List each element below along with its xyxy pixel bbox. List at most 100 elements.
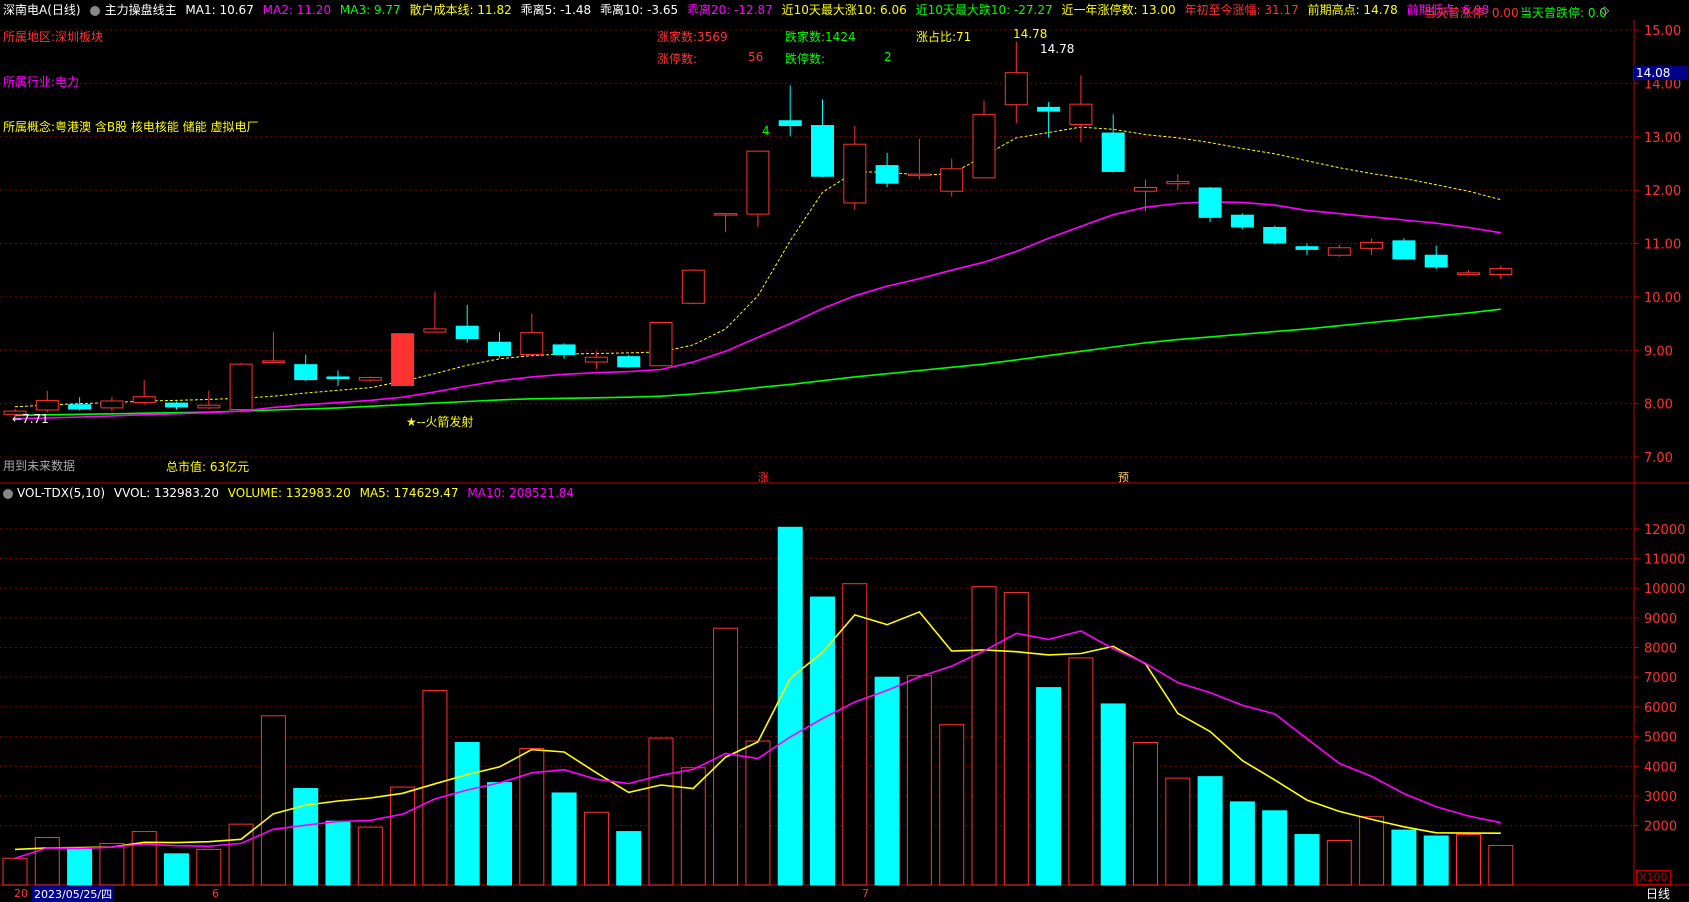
prev-high-value: 前期高点: 14.78 [1307,3,1398,17]
candle-body [229,363,253,410]
vvol-value: VVOL: 132983.20 [113,486,219,500]
volume-bar [1197,776,1223,886]
candle-body [100,400,124,409]
volume-bar [1391,829,1417,886]
cost-line-value: 散户成本线: 11.82 [409,3,512,17]
candle-body [326,376,350,380]
ytd-value: 年初至今涨幅: 31.17 [1184,3,1299,17]
volume-tick-label: 3000 [1644,790,1677,805]
candle-body [552,344,576,356]
volume-tick-label: 7000 [1644,671,1677,686]
candle-body [1424,254,1448,268]
limit-up-label: 涨停数: [657,52,698,66]
candle-body [778,120,802,127]
candle-body [681,269,705,304]
concept-label: 所属概念:粤港澳 含B股 核电核能 储能 虚拟电厂 [3,120,259,134]
limitup-year-value: 近一年涨停数: 13.00 [1061,3,1176,17]
bias10-value: 乖离10: -3.65 [599,3,679,17]
volume-tick-label: 5000 [1644,731,1677,746]
candle-body [294,364,318,381]
volume-bar [551,792,577,886]
volume-header: VOL-TDX(5,10) VVOL: 132983.20 VOLUME: 13… [0,486,574,500]
volume-tick-label: 2000 [1644,820,1677,835]
volume-bar [1003,592,1029,886]
price-tick-label: 11.00 [1644,238,1681,253]
volume-bar [583,811,609,886]
volume-bar [1036,687,1062,886]
volume-bar [1423,835,1449,886]
future-data-label: 用到未来数据 [3,459,76,473]
volume-bar [939,724,965,886]
up10-value: 近10天最大涨10: 6.06 [781,3,907,17]
volume-bar [357,826,383,886]
indicator-header: 深南电A(日线) 主力操盘线主 MA1: 10.67 MA2: 11.20 MA3… [0,0,1494,20]
candle-body [358,376,382,381]
limit-up-value: 56 [748,50,764,64]
candle-body [488,341,511,357]
volume-bar [1229,801,1255,886]
volume-bar [2,857,28,886]
volume-bar [1359,816,1385,886]
candle-body [423,328,447,333]
indicator-name[interactable]: 主力操盘线主 [105,3,177,17]
volume-bar [99,842,125,886]
bias5-value: 乖离5: -1.48 [520,3,592,17]
candle-body [1392,240,1416,260]
high-price-mark-top: 14.78 [1013,27,1048,41]
month-6-label: 6 [212,887,219,900]
high-price-mark: 14.78 [1040,42,1075,56]
stock-title[interactable]: 深南电A(日线) [3,3,81,17]
volume-bar [67,848,93,886]
candle-body [1198,187,1222,218]
volume-tick-label: 8000 [1644,642,1677,657]
volume-bar [906,675,932,886]
price-tick-label: 10.00 [1644,291,1681,306]
down10-value: 近10天最大跌10: -27.27 [915,3,1053,17]
volume-tick-label: 12000 [1644,523,1685,538]
volume-settings-icon[interactable] [3,488,13,499]
down-count-label: 跌家数:1424 [785,30,856,44]
volume-bar [745,740,771,886]
period-label[interactable]: 日线 [1646,885,1670,902]
candle-body [261,360,285,363]
candle-body [197,404,221,409]
ratio-label: 涨占比:71 [916,30,972,44]
volume-bar [260,715,286,886]
volume-bar [777,526,803,886]
yu-mark: 预 [1118,471,1129,484]
candle-body [1457,272,1480,275]
candle-body [1037,106,1061,112]
volume-tick-label: 9000 [1644,612,1677,627]
candle-body [1069,103,1093,125]
expand-icon[interactable]: ◇ [1600,3,1609,17]
volume-bar [1133,742,1158,886]
candle-body [907,173,931,177]
indicator-settings-icon[interactable] [89,5,100,16]
candle-body [617,356,641,368]
low-price-mark: ←7.71 [12,412,49,426]
zhang-mark: 涨 [758,471,769,484]
volume-bar [842,583,868,886]
volume-ma10-value: MA10: 208521.84 [467,486,574,500]
volume-bar [1262,810,1288,886]
volume-bar [34,837,60,886]
volume-bar [422,690,448,886]
volume-bar [390,786,416,886]
volume-bar [648,737,674,886]
volume-bar [164,853,189,886]
candle-body [1230,214,1254,228]
ma1-value: MA1: 10.67 [185,3,254,17]
volume-ma5-value: MA5: 174629.47 [359,486,459,500]
candle-body [584,356,608,363]
candle-body [1101,132,1125,172]
limit-down-label: 跌停数: [785,52,826,66]
volume-indicator-name[interactable]: VOL-TDX(5,10) [17,486,105,500]
candle-body [132,396,156,404]
limit-down-value: 2 [884,50,892,64]
candle-body [1004,72,1028,106]
volume-bar [293,788,319,886]
volume-bar [1294,834,1320,886]
volume-bar [874,676,900,886]
volume-value: VOLUME: 132983.20 [227,486,351,500]
candle-body [1360,241,1384,249]
